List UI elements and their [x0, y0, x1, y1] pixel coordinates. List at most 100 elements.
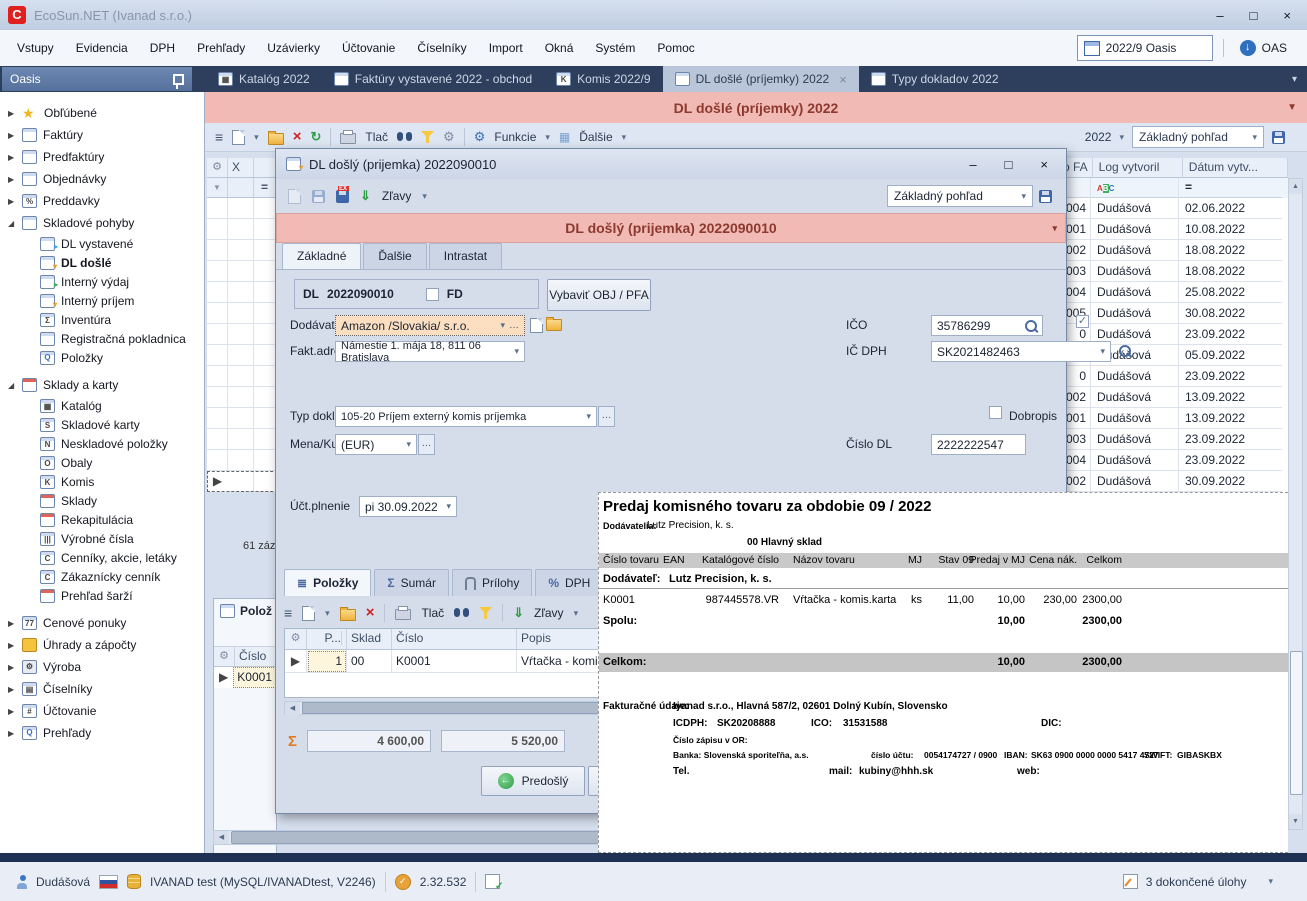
chevron-down-icon[interactable]: ▾	[1119, 132, 1124, 143]
tab-intrastat[interactable]: Intrastat	[429, 243, 502, 269]
sidebar-item-prehľad-šarží[interactable]: Prehľad šarží	[0, 586, 204, 605]
table-row[interactable]: 0002Dudášová30.09.2022	[1048, 471, 1288, 492]
chevron-down-icon[interactable]: ▾	[422, 191, 427, 202]
sidebar-item-obľúbené[interactable]: ▶★Obľúbené	[0, 102, 204, 124]
tab-položky[interactable]: ≣Položky	[284, 569, 371, 596]
table-row[interactable]: 0Dudášová23.09.2022	[1048, 366, 1288, 387]
typ-dokladu-ellipsis-button[interactable]: …	[598, 406, 615, 427]
table-row[interactable]	[207, 387, 278, 408]
more-icon[interactable]: ▦	[559, 130, 570, 144]
slovak-flag-icon[interactable]	[99, 875, 118, 889]
dodavatel-field[interactable]: Amazon /Slovakia/ s.r.o. ▾…	[335, 315, 525, 336]
maximize-button[interactable]: □	[1250, 8, 1258, 23]
tab-dl-došlé-príjemky-2022[interactable]: DL došlé (príjemky) 2022×	[663, 66, 859, 92]
sidebar-item-výroba[interactable]: ▶⚙Výroba	[0, 656, 204, 678]
save-view-icon[interactable]	[1039, 190, 1052, 203]
delete-icon[interactable]: ×	[293, 130, 302, 144]
search-icon[interactable]	[454, 608, 469, 618]
status-tasks[interactable]: 3 dokončené úlohy	[1146, 875, 1247, 889]
save-view-icon[interactable]	[1272, 131, 1285, 144]
dialog-close-button[interactable]: ×	[1040, 157, 1048, 172]
year-combobox[interactable]: 2022	[1085, 130, 1112, 144]
table-row[interactable]: ▶	[207, 471, 278, 492]
grid-settings-icon[interactable]: ⚙	[285, 629, 307, 649]
cell-cislo[interactable]: K0001	[233, 667, 276, 688]
dialog-minimize-button[interactable]: –	[969, 157, 976, 172]
vybavit-obj-pfa-button[interactable]: Vybaviť OBJ / PFA	[547, 279, 651, 311]
fakt-adresa-field[interactable]: Námestie 1. mája 18, 811 06 Bratislava ▾	[335, 341, 525, 362]
sidebar-item-sklady-a-karty[interactable]: ◢Sklady a karty	[0, 374, 204, 396]
table-row[interactable]	[207, 198, 278, 219]
lookup-icon[interactable]	[1119, 345, 1131, 357]
filter-cell[interactable]: =	[254, 178, 276, 198]
table-row[interactable]: 8004Dudášová25.08.2022	[1048, 282, 1288, 303]
tab-prílohy[interactable]: Prílohy	[452, 569, 532, 596]
scroll-left-icon[interactable]: ◀	[214, 831, 229, 844]
verified-checkbox[interactable]: ✓	[1076, 315, 1089, 328]
table-row[interactable]	[207, 408, 278, 429]
tab-typy-dokladov-2022[interactable]: Typy dokladov 2022	[859, 66, 1011, 92]
ico-field[interactable]: 35786299	[931, 315, 1043, 336]
menu-icon[interactable]: ≡	[215, 129, 223, 145]
sidebar-item-cenníky-akcie-letáky[interactable]: CCenníky, akcie, letáky	[0, 548, 204, 567]
cell-p[interactable]: 1	[307, 650, 347, 673]
tab-dph[interactable]: %DPH	[535, 569, 603, 596]
table-row[interactable]: 8003Dudášová18.08.2022	[1048, 261, 1288, 282]
cell-cislo[interactable]: K0001	[392, 650, 517, 673]
menu-evidencia[interactable]: Evidencia	[67, 37, 137, 59]
sidebar-item-účtovanie[interactable]: ▶#Účtovanie	[0, 700, 204, 722]
menu-import[interactable]: Import	[480, 37, 532, 59]
column-header-date[interactable]: Dátum vytv...	[1183, 158, 1288, 178]
table-row[interactable]: 9004Dudášová23.09.2022	[1048, 450, 1288, 471]
menu-uzávierky[interactable]: Uzávierky	[258, 37, 329, 59]
sidebar-item-prehľady[interactable]: ▶QPrehľady	[0, 722, 204, 744]
table-row[interactable]	[207, 366, 278, 387]
menu-dph[interactable]: DPH	[141, 37, 184, 59]
open-partner-icon[interactable]	[546, 319, 562, 331]
column-header-cislo[interactable]: Číslo «	[235, 647, 276, 667]
print-label[interactable]: Tlač	[365, 130, 388, 144]
sidebar-item-dl-vystavené[interactable]: DL vystavené	[0, 234, 204, 253]
refresh-icon[interactable]: ↻	[310, 129, 321, 145]
scroll-left-icon[interactable]: ◀	[285, 702, 300, 715]
discounts-label[interactable]: Zľavy	[382, 189, 412, 203]
sidebar-item-inventúra[interactable]: ΣInventúra	[0, 310, 204, 329]
menu-pomoc[interactable]: Pomoc	[648, 37, 703, 59]
discounts-icon[interactable]: ⇓	[360, 188, 371, 204]
scroll-up-icon[interactable]: ▲	[1289, 179, 1302, 194]
table-row[interactable]: 8001Dudášová10.08.2022	[1048, 219, 1288, 240]
filter-cell[interactable]	[228, 178, 254, 198]
table-row[interactable]: 9003Dudášová23.09.2022	[1048, 429, 1288, 450]
tab-katal-g-2022[interactable]: ▦Katalóg 2022	[206, 66, 322, 92]
table-row[interactable]	[207, 345, 278, 366]
menu-icon[interactable]: ≡	[284, 605, 292, 621]
typ-dokladu-field[interactable]: 105-20 Príjem externý komis príjemka ▾	[335, 406, 597, 427]
sidebar-caption[interactable]: Oasis	[2, 67, 192, 91]
filter-icon[interactable]	[421, 131, 434, 143]
functions-label[interactable]: Funkcie	[494, 130, 536, 144]
table-row[interactable]	[207, 261, 278, 282]
delete-icon[interactable]: ×	[366, 606, 375, 620]
table-row[interactable]: 9002Dudášová13.09.2022	[1048, 387, 1288, 408]
column-header-sklad[interactable]: Sklad	[347, 629, 392, 649]
chevron-down-icon[interactable]: ▾	[325, 608, 330, 619]
table-row[interactable]	[207, 303, 278, 324]
cell-sklad[interactable]: 00	[347, 650, 392, 673]
sidebar-item-skladové-karty[interactable]: SSkladové karty	[0, 415, 204, 434]
dialog-maximize-button[interactable]: □	[1005, 157, 1013, 172]
search-icon[interactable]	[397, 132, 412, 142]
grid-settings-icon[interactable]: ⚙	[214, 647, 235, 667]
column-header-p[interactable]: P... ▲	[307, 629, 347, 649]
sidebar-item-interný-výdaj[interactable]: Interný výdaj	[0, 272, 204, 291]
table-row[interactable]	[207, 240, 278, 261]
menu-systém[interactable]: Systém	[586, 37, 644, 59]
menu-číselníky[interactable]: Číselníky	[408, 37, 475, 59]
tab-sumár[interactable]: ΣSumár	[374, 569, 449, 596]
calculator-icon[interactable]	[485, 874, 500, 889]
minimize-button[interactable]: –	[1216, 8, 1223, 23]
sidebar-item-číselníky[interactable]: ▶▤Číselníky	[0, 678, 204, 700]
gear-icon[interactable]: ⚙	[443, 129, 455, 145]
open-icon[interactable]	[340, 609, 356, 621]
filter-cell[interactable]: =	[1178, 178, 1282, 198]
chevron-down-icon[interactable]: ▾	[622, 132, 627, 143]
